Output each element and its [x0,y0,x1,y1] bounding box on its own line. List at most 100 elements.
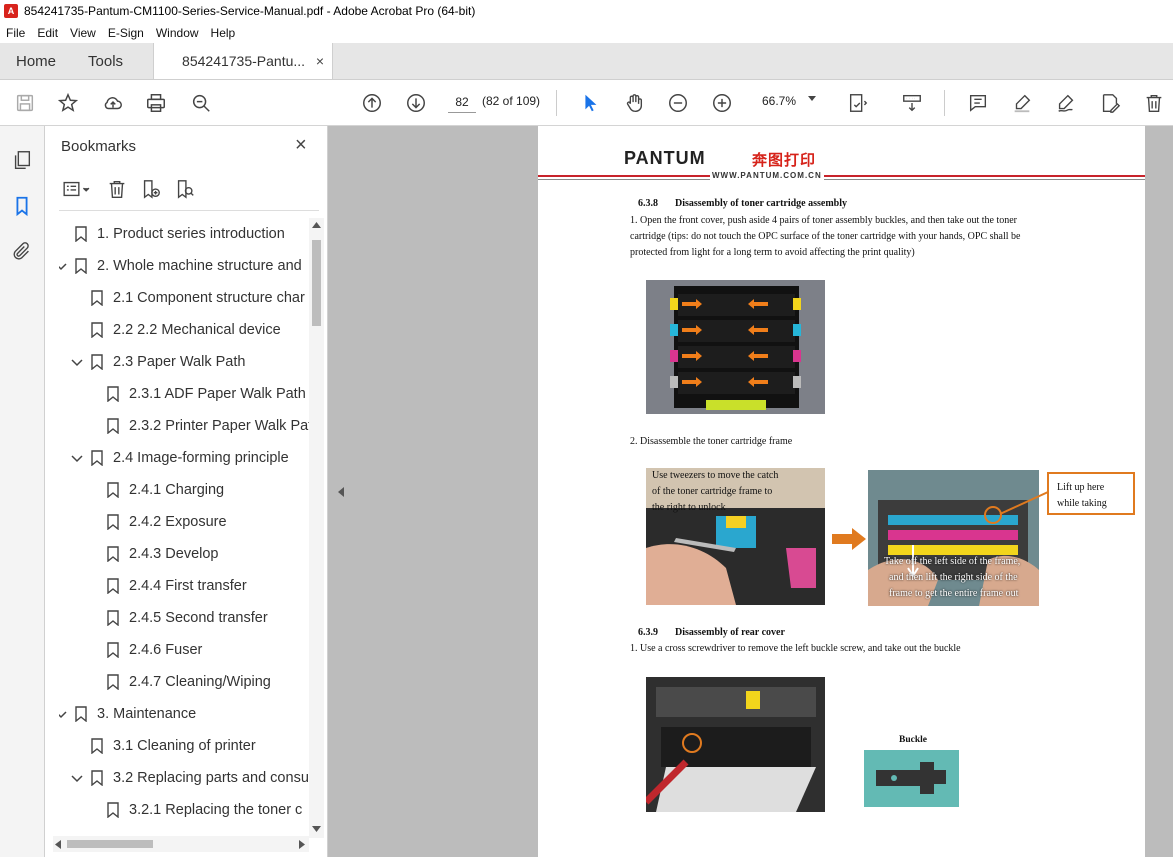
toolbar-divider [556,90,557,116]
document-viewer[interactable]: PANTUM 奔图打印 WWW.PANTUM.COM.CN 6.3.8 Disa… [328,126,1173,857]
chevron-down-icon[interactable] [71,452,83,464]
chevron-down-icon[interactable] [71,356,83,368]
bookmark-item[interactable]: 2.4.1 Charging [107,474,224,506]
menu-window[interactable]: Window [150,26,205,40]
save-icon[interactable] [12,90,38,116]
zoom-level-select[interactable]: 66.7% [762,94,796,108]
bookmark-options-menu-icon[interactable] [59,177,95,201]
bookmark-item[interactable]: 2.3 Paper Walk Path [71,346,245,378]
zoom-out-icon[interactable] [665,90,691,116]
bookmark-item[interactable]: 3.2 Replacing parts and consu [71,762,309,794]
bookmark-label: 2.3.1 ADF Paper Walk Path [129,386,306,402]
bookmark-ribbon-icon [91,450,103,466]
chevron-down-icon[interactable] [71,772,83,784]
bookmark-label: 3. Maintenance [97,706,197,722]
bookmarks-horizontal-scrollbar[interactable] [53,836,309,852]
page-fit-icon[interactable] [845,90,871,116]
draw-freehand-icon[interactable] [1053,90,1079,116]
menu-esign[interactable]: E-Sign [102,26,150,40]
header-url: WWW.PANTUM.COM.CN [710,171,824,180]
bookmarks-scroll-thumb[interactable] [312,240,321,326]
bookmark-item[interactable]: 3. Maintenance [59,698,196,730]
scroll-right-arrow-icon[interactable] [299,840,305,849]
bookmark-label: 3.2.1 Replacing the toner c [129,802,303,818]
menu-help[interactable]: Help [205,26,242,40]
bookmarks-hscroll-thumb[interactable] [67,840,153,848]
bookmark-label: 3.2 Replacing parts and consu [113,770,309,786]
zoom-in-icon[interactable] [709,90,735,116]
delete-trash-icon[interactable] [1141,90,1167,116]
tab-tools[interactable]: Tools [72,43,139,79]
tab-home[interactable]: Home [0,43,72,79]
scroll-down-arrow-icon[interactable] [312,826,321,832]
bookmark-ribbon-icon [107,546,119,562]
bookmark-item[interactable]: 2.4.7 Cleaning/Wiping [107,666,271,698]
bookmark-item[interactable]: 3.2.1 Replacing the toner c [107,794,302,826]
menu-edit[interactable]: Edit [31,26,64,40]
bookmark-item[interactable]: 2.4 Image-forming principle [71,442,289,474]
new-bookmark-icon[interactable] [139,177,163,201]
bookmark-item[interactable]: 2.4.5 Second transfer [107,602,268,634]
print-icon[interactable] [143,90,169,116]
page-number-input[interactable]: 82 [448,91,476,113]
bookmark-label: 2.4.4 First transfer [129,578,247,594]
star-icon[interactable] [55,90,81,116]
step-2-text: 2. Disassemble the toner cartridge frame [630,436,793,447]
attachments-paperclip-icon[interactable] [10,240,34,264]
scroll-left-arrow-icon[interactable] [55,840,61,849]
bookmark-item[interactable]: 2.2 2.2 Mechanical device [91,314,281,346]
chevron-down-icon[interactable] [59,708,67,720]
highlight-pen-icon[interactable] [1009,90,1035,116]
bookmark-item[interactable]: 3.2.2 Replacing the waste t [107,826,304,830]
bookmark-ribbon-icon [107,674,119,690]
tab-close-icon[interactable]: × [316,53,324,69]
tab-document[interactable]: 854241735-Pantu... × [153,43,334,79]
bookmark-item[interactable]: 1. Product series introduction [75,218,285,250]
tab-bar: Home Tools 854241735-Pantu... × [0,43,1173,80]
bookmark-item[interactable]: 2. Whole machine structure and [59,250,302,282]
section-6-3-8-number: 6.3.8 [638,198,658,209]
close-icon[interactable]: × [295,134,307,157]
next-page-icon[interactable] [403,90,429,116]
bookmarks-vertical-scrollbar[interactable] [309,218,324,838]
hand-tool-icon[interactable] [621,90,647,116]
bookmarks-divider [59,210,319,211]
upload-cloud-icon[interactable] [100,90,126,116]
previous-page-icon[interactable] [359,90,385,116]
window-title: 854241735-Pantum-CM1100-Series-Service-M… [24,4,476,18]
menu-view[interactable]: View [64,26,102,40]
lift-up-callout: Lift up here while taking [1047,472,1135,515]
bookmarks-panel-icon[interactable] [10,194,34,218]
chevron-down-icon[interactable] [59,260,67,272]
bookmark-item[interactable]: 2.1 Component structure char [91,282,305,314]
step-1-line-1: 1. Open the front cover, push aside 4 pa… [630,215,1017,226]
page-count-label: (82 of 109) [482,94,541,108]
section-6-3-8-title: Disassembly of toner cartridge assembly [675,198,848,209]
select-cursor-icon[interactable] [577,90,603,116]
scroll-mode-icon[interactable] [899,90,925,116]
scroll-up-arrow-icon[interactable] [312,222,321,228]
comment-icon[interactable] [965,90,991,116]
page-thumbnails-icon[interactable] [10,148,34,172]
toner-cartridges-photo [646,280,825,414]
bookmark-item[interactable]: 2.4.2 Exposure [107,506,227,538]
bookmark-item[interactable]: 2.3.1 ADF Paper Walk Path [107,378,306,410]
header-red-rule [538,175,1145,177]
delete-bookmark-trash-icon[interactable] [105,177,129,201]
bookmark-label: 2.1 Component structure char [113,290,305,306]
bookmark-item[interactable]: 3.1 Cleaning of printer [91,730,256,762]
bookmark-item[interactable]: 2.4.3 Develop [107,538,218,570]
zoom-search-icon[interactable] [188,90,214,116]
bookmark-label: 2.4.7 Cleaning/Wiping [129,674,271,690]
find-bookmark-icon[interactable] [173,177,197,201]
bookmark-item[interactable]: 2.4.6 Fuser [107,634,202,666]
bookmark-item[interactable]: 2.3.2 Printer Paper Walk Pat [107,410,309,442]
menu-file[interactable]: File [0,26,31,40]
tweezers-caption-line-3: the right to unlock [652,502,726,513]
section-6-3-9-number: 6.3.9 [638,627,658,638]
bookmark-item[interactable]: 2.4.4 First transfer [107,570,247,602]
fill-sign-icon[interactable] [1097,90,1123,116]
collapse-panel-arrow-icon[interactable] [338,487,344,497]
zoom-dropdown-chevron-icon[interactable] [808,96,816,101]
toolbar-divider [944,90,945,116]
